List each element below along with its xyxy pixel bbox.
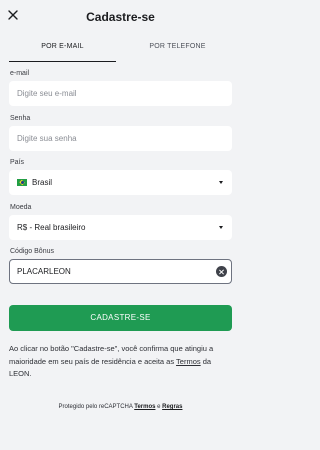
recaptcha-terms-link[interactable]: Termos: [134, 404, 155, 410]
tab-email[interactable]: POR E-MAIL: [9, 40, 116, 62]
password-label: Senha: [10, 115, 31, 122]
bonus-code-field[interactable]: PLACARLEON: [9, 259, 232, 284]
country-label: País: [10, 159, 25, 166]
currency-value: R$ - Real brasileiro: [17, 223, 86, 232]
chevron-down-icon: [219, 181, 223, 184]
recaptcha-rules-link[interactable]: Regras: [162, 404, 182, 410]
email-field[interactable]: Digite seu e-mail: [9, 81, 232, 106]
tabs: POR E-MAIL POR TELEFONE: [9, 40, 232, 62]
header: Cadastre-se: [0, 0, 241, 36]
register-button[interactable]: CADASTRE-SE: [9, 305, 232, 331]
page-title: Cadastre-se: [86, 10, 155, 24]
chevron-down-icon: [219, 226, 223, 229]
country-select[interactable]: Brasil: [9, 170, 232, 195]
currency-select[interactable]: R$ - Real brasileiro: [9, 215, 232, 240]
recaptcha-before: Protegido pelo reCAPTCHA: [58, 404, 135, 410]
bonus-code-value: PLACARLEON: [17, 267, 71, 276]
terms-text: Ao clicar no botão "Cadastre-se", você c…: [9, 343, 235, 381]
currency-label: Moeda: [10, 204, 32, 211]
country-value: Brasil: [32, 178, 53, 187]
password-field[interactable]: Digite sua senha: [9, 126, 232, 151]
brazil-flag-icon: [17, 179, 27, 186]
password-placeholder: Digite sua senha: [17, 134, 77, 143]
recaptcha-notice: Protegido pelo reCAPTCHA Termos e Regras: [0, 404, 241, 410]
bonus-label: Código Bônus: [10, 248, 54, 255]
tab-phone[interactable]: POR TELEFONE: [123, 40, 232, 62]
clear-icon[interactable]: [216, 266, 227, 277]
email-placeholder: Digite seu e-mail: [17, 89, 77, 98]
terms-link[interactable]: Termos: [176, 357, 201, 366]
email-label: e-mail: [10, 70, 30, 77]
